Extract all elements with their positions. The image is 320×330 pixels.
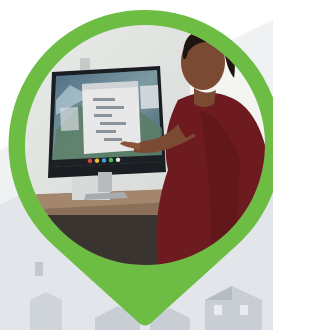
map-scene (0, 9, 273, 330)
